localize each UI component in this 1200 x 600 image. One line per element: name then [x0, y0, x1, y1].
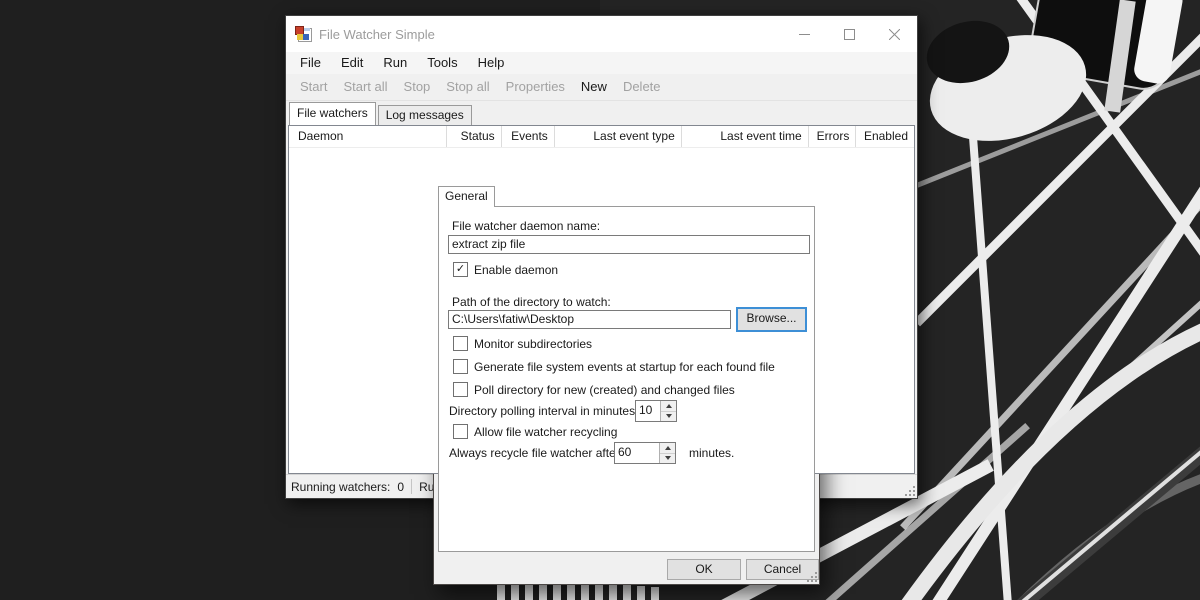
spin-down-button[interactable]	[661, 411, 676, 422]
app-icon	[295, 26, 311, 42]
column-daemon[interactable]: Daemon	[289, 126, 447, 147]
column-enabled[interactable]: Enabled	[856, 126, 914, 147]
menu-run[interactable]: Run	[373, 52, 417, 74]
spin-up-button[interactable]	[661, 401, 676, 411]
checkbox-unchecked[interactable]	[453, 382, 468, 397]
ok-button[interactable]: OK	[667, 559, 741, 580]
general-tab-page: File watcher daemon name: extract zip fi…	[438, 206, 815, 552]
resize-grip[interactable]	[902, 483, 915, 496]
poll-directory-checkbox[interactable]: Poll directory for new (created) and cha…	[453, 382, 735, 397]
dialog-resize-grip[interactable]	[804, 569, 817, 582]
browse-button[interactable]: Browse...	[736, 307, 807, 332]
list-header: Daemon Status Events Last event type Las…	[289, 126, 914, 148]
column-events[interactable]: Events	[502, 126, 555, 147]
spin-up-icon	[666, 404, 672, 408]
spin-down-button[interactable]	[660, 453, 675, 464]
path-label: Path of the directory to watch:	[452, 295, 611, 309]
menu-tools[interactable]: Tools	[417, 52, 467, 74]
status-separator	[411, 479, 412, 494]
tab-file-watchers[interactable]: File watchers	[289, 102, 376, 125]
toolbar-delete[interactable]: Delete	[615, 74, 669, 100]
recycle-after-suffix: minutes.	[689, 446, 734, 460]
checkbox-unchecked[interactable]	[453, 424, 468, 439]
checkbox-unchecked[interactable]	[453, 336, 468, 351]
toolbar-stop-all[interactable]: Stop all	[438, 74, 497, 100]
main-tab-strip: File watchers Log messages	[286, 101, 917, 125]
polling-interval-label: Directory polling interval in minutes:	[449, 404, 638, 418]
daemon-name-input[interactable]: extract zip file	[448, 235, 810, 254]
running-watchers-label: Running watchers:	[291, 480, 390, 494]
polling-interval-spinner[interactable]: 10	[635, 400, 677, 422]
recycle-after-spinner[interactable]: 60	[614, 442, 676, 464]
toolbar: Start Start all Stop Stop all Properties…	[286, 74, 917, 101]
toolbar-start-all[interactable]: Start all	[335, 74, 395, 100]
enable-daemon-checkbox[interactable]: ✓ Enable daemon	[453, 262, 558, 277]
window-title: File Watcher Simple	[319, 27, 435, 42]
generate-events-checkbox[interactable]: Generate file system events at startup f…	[453, 359, 775, 374]
menu-bar: File Edit Run Tools Help	[286, 52, 917, 74]
monitor-subdirectories-label: Monitor subdirectories	[474, 337, 592, 351]
toolbar-start[interactable]: Start	[292, 74, 335, 100]
path-input[interactable]: C:\Users\fatiw\Desktop	[448, 310, 731, 329]
enable-daemon-label: Enable daemon	[474, 263, 558, 277]
properties-dialog: Properties General File system events Fi…	[433, 150, 820, 585]
column-last-event-time[interactable]: Last event time	[682, 126, 809, 147]
column-last-event-type[interactable]: Last event type	[555, 126, 682, 147]
spin-down-icon	[666, 414, 672, 418]
spin-down-icon	[665, 456, 671, 460]
recycle-after-label: Always recycle file watcher after	[449, 446, 620, 460]
menu-file[interactable]: File	[290, 52, 331, 74]
tab-log-messages[interactable]: Log messages	[378, 105, 472, 125]
maximize-button[interactable]	[827, 16, 872, 52]
toolbar-new[interactable]: New	[573, 74, 615, 100]
polling-interval-value[interactable]: 10	[636, 401, 660, 421]
titlebar[interactable]: File Watcher Simple	[286, 16, 917, 52]
column-errors[interactable]: Errors	[809, 126, 857, 147]
column-status[interactable]: Status	[447, 126, 502, 147]
checkbox-unchecked[interactable]	[453, 359, 468, 374]
poll-directory-label: Poll directory for new (created) and cha…	[474, 383, 735, 397]
tab-general[interactable]: General	[438, 186, 495, 207]
running-watchers-value: 0	[397, 480, 404, 494]
spin-up-button[interactable]	[660, 443, 675, 453]
generate-events-label: Generate file system events at startup f…	[474, 360, 775, 374]
spin-up-icon	[665, 446, 671, 450]
close-button[interactable]	[872, 16, 917, 52]
menu-edit[interactable]: Edit	[331, 52, 373, 74]
toolbar-stop[interactable]: Stop	[396, 74, 439, 100]
checkbox-checked-icon[interactable]: ✓	[453, 262, 468, 277]
menu-help[interactable]: Help	[468, 52, 515, 74]
monitor-subdirectories-checkbox[interactable]: Monitor subdirectories	[453, 336, 592, 351]
recycle-after-value[interactable]: 60	[615, 443, 659, 463]
minimize-button[interactable]	[782, 16, 827, 52]
daemon-name-label: File watcher daemon name:	[452, 219, 600, 233]
allow-recycling-checkbox[interactable]: Allow file watcher recycling	[453, 424, 617, 439]
toolbar-properties[interactable]: Properties	[498, 74, 573, 100]
allow-recycling-label: Allow file watcher recycling	[474, 425, 617, 439]
